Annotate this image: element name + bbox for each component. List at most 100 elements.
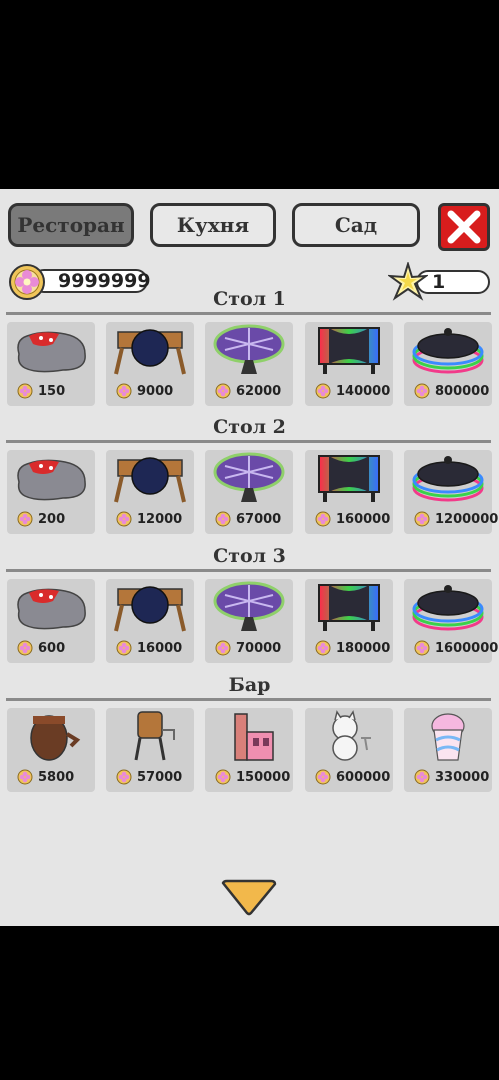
item-price: 70000 — [215, 639, 281, 657]
flower-coin-icon — [414, 769, 430, 785]
stone-table-icon — [17, 331, 86, 373]
item-price-value: 9000 — [137, 383, 174, 399]
stone-table-icon — [17, 459, 86, 501]
item-price-value: 180000 — [336, 640, 391, 656]
barrel-pot-icon — [30, 715, 81, 761]
flower-coin-icon — [17, 511, 33, 527]
flower-coin-icon — [414, 640, 430, 656]
purple-patterned-round-table-icon — [213, 581, 285, 631]
item-price: 600 — [17, 639, 65, 657]
section-title: Стол 3 — [213, 545, 286, 567]
item-price: 16000 — [116, 639, 182, 657]
water-tower-barrel-icon — [134, 711, 175, 761]
item-row: 5800 57000 150000 600000 330000 — [0, 708, 499, 794]
tab-restaurant[interactable]: Ресторан — [8, 203, 134, 247]
item-price: 9000 — [116, 382, 173, 400]
section-divider — [6, 440, 491, 443]
shop-item-card[interactable]: 160000 — [305, 450, 393, 534]
item-price-value: 600000 — [336, 769, 391, 785]
flower-coin-icon — [215, 383, 231, 399]
wooden-bench-table-icon — [114, 329, 186, 375]
section-divider — [6, 312, 491, 315]
shop-item-card[interactable]: 600 — [7, 579, 95, 663]
item-price: 140000 — [315, 382, 390, 400]
item-price-value: 140000 — [336, 383, 391, 399]
purple-patterned-round-table-icon — [213, 452, 285, 502]
item-row: 150 9000 62000 140000 800000 — [0, 322, 499, 408]
shop-item-card[interactable]: 9000 — [106, 322, 194, 406]
item-price: 57000 — [116, 768, 182, 786]
item-price: 200 — [17, 510, 65, 528]
shop-item-card[interactable]: 70000 — [205, 579, 293, 663]
shop-item-card[interactable]: 180000 — [305, 579, 393, 663]
item-price-value: 70000 — [236, 640, 282, 656]
shop-item-card[interactable]: 16000 — [106, 579, 194, 663]
neon-rgb-table-icon — [318, 584, 380, 631]
flower-coin-icon — [17, 769, 33, 785]
section-title: Стол 2 — [213, 416, 286, 438]
item-price: 180000 — [315, 639, 390, 657]
scroll-down-arrow-icon[interactable] — [220, 879, 278, 917]
tab-garden[interactable]: Сад — [292, 203, 420, 247]
shop-item-card[interactable]: 150000 — [205, 708, 293, 792]
item-price-value: 200 — [38, 511, 66, 527]
item-price-value: 600 — [38, 640, 66, 656]
flower-coin-icon — [215, 640, 231, 656]
item-price: 150000 — [215, 768, 290, 786]
item-price-value: 1600000 — [435, 640, 499, 656]
item-price: 600000 — [315, 768, 390, 786]
flower-coin-icon — [116, 511, 132, 527]
section-divider — [6, 698, 491, 701]
item-price: 800000 — [414, 382, 489, 400]
section-title: Стол 1 — [213, 288, 286, 310]
item-row: 600 16000 70000 180000 1600000 — [0, 579, 499, 665]
stone-table-icon — [17, 588, 86, 630]
pink-castle-bar-icon — [234, 713, 274, 761]
item-price-value: 67000 — [236, 511, 282, 527]
shop-item-card[interactable]: 200 — [7, 450, 95, 534]
item-price-value: 5800 — [38, 769, 75, 785]
rainbow-ring-table-icon — [412, 328, 484, 374]
flower-coin-icon — [116, 383, 132, 399]
tab-kitchen[interactable]: Кухня — [150, 203, 276, 247]
item-price: 150 — [17, 382, 65, 400]
item-price-value: 62000 — [236, 383, 282, 399]
item-price-value: 16000 — [137, 640, 183, 656]
shop-item-card[interactable]: 150 — [7, 322, 95, 406]
flower-coin-icon — [315, 640, 331, 656]
section-divider — [6, 569, 491, 572]
flower-coin-icon — [17, 640, 33, 656]
item-price: 160000 — [315, 510, 390, 528]
flower-coin-icon — [215, 511, 231, 527]
shop-item-card[interactable]: 1200000 — [404, 450, 498, 534]
item-price-value: 800000 — [435, 383, 490, 399]
shop-item-card[interactable]: 1600000 — [404, 579, 498, 663]
item-price-value: 160000 — [336, 511, 391, 527]
shop-item-card[interactable]: 12000 — [106, 450, 194, 534]
rainbow-ring-table-icon — [412, 456, 484, 502]
cotton-candy-cup-icon — [431, 713, 465, 761]
close-button[interactable] — [438, 203, 490, 251]
shop-item-card[interactable]: 140000 — [305, 322, 393, 406]
wooden-bench-table-icon — [114, 457, 186, 503]
item-price-value: 150000 — [236, 769, 291, 785]
flower-coin-icon — [116, 640, 132, 656]
neon-rgb-table-icon — [318, 327, 380, 374]
shop-item-card[interactable]: 330000 — [404, 708, 492, 792]
item-price: 62000 — [215, 382, 281, 400]
item-price: 1600000 — [414, 639, 498, 657]
wooden-bench-table-icon — [114, 586, 186, 632]
item-price: 12000 — [116, 510, 182, 528]
shop-item-card[interactable]: 800000 — [404, 322, 492, 406]
shop-item-card[interactable]: 600000 — [305, 708, 393, 792]
item-price: 5800 — [17, 768, 74, 786]
purple-patterned-round-table-icon — [213, 324, 285, 374]
rainbow-ring-table-icon — [412, 585, 484, 631]
shop-item-card[interactable]: 67000 — [205, 450, 293, 534]
flower-coin-icon — [414, 511, 430, 527]
item-price-value: 150 — [38, 383, 66, 399]
cat-waiter-icon — [332, 710, 371, 761]
shop-item-card[interactable]: 57000 — [106, 708, 194, 792]
shop-item-card[interactable]: 62000 — [205, 322, 293, 406]
shop-item-card[interactable]: 5800 — [7, 708, 95, 792]
